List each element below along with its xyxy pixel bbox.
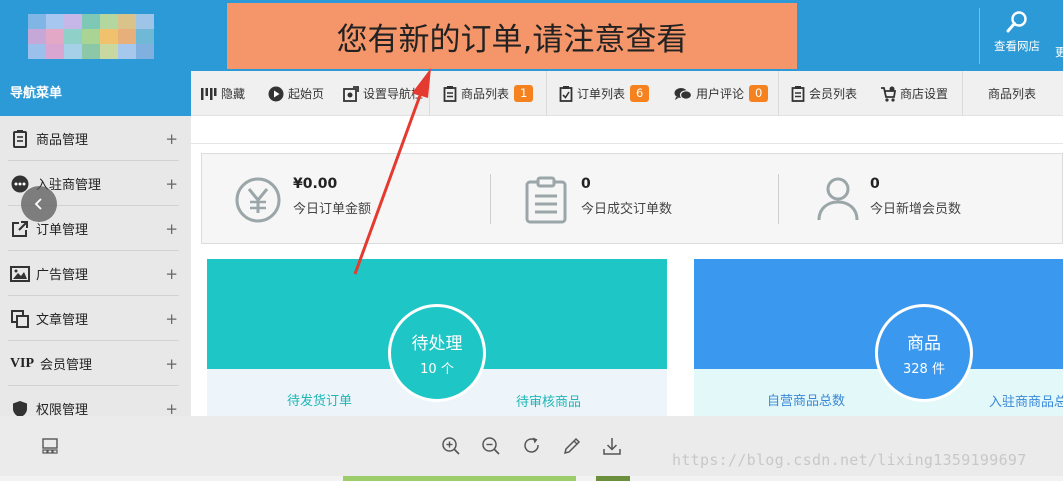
zoom-out-icon[interactable]	[476, 416, 506, 476]
rotate-icon[interactable]	[517, 416, 547, 476]
thumbnail-icon[interactable]	[35, 416, 65, 476]
edit-icon[interactable]	[557, 416, 587, 476]
bottom-thumbnail-image	[596, 476, 630, 481]
bottom-thumbnail-green	[343, 476, 576, 481]
download-icon[interactable]	[597, 416, 627, 476]
watermark-text: https://blog.csdn.net/lixing1359199697	[672, 451, 1027, 469]
zoom-in-icon[interactable]	[436, 416, 466, 476]
annotation-arrow	[353, 68, 431, 275]
